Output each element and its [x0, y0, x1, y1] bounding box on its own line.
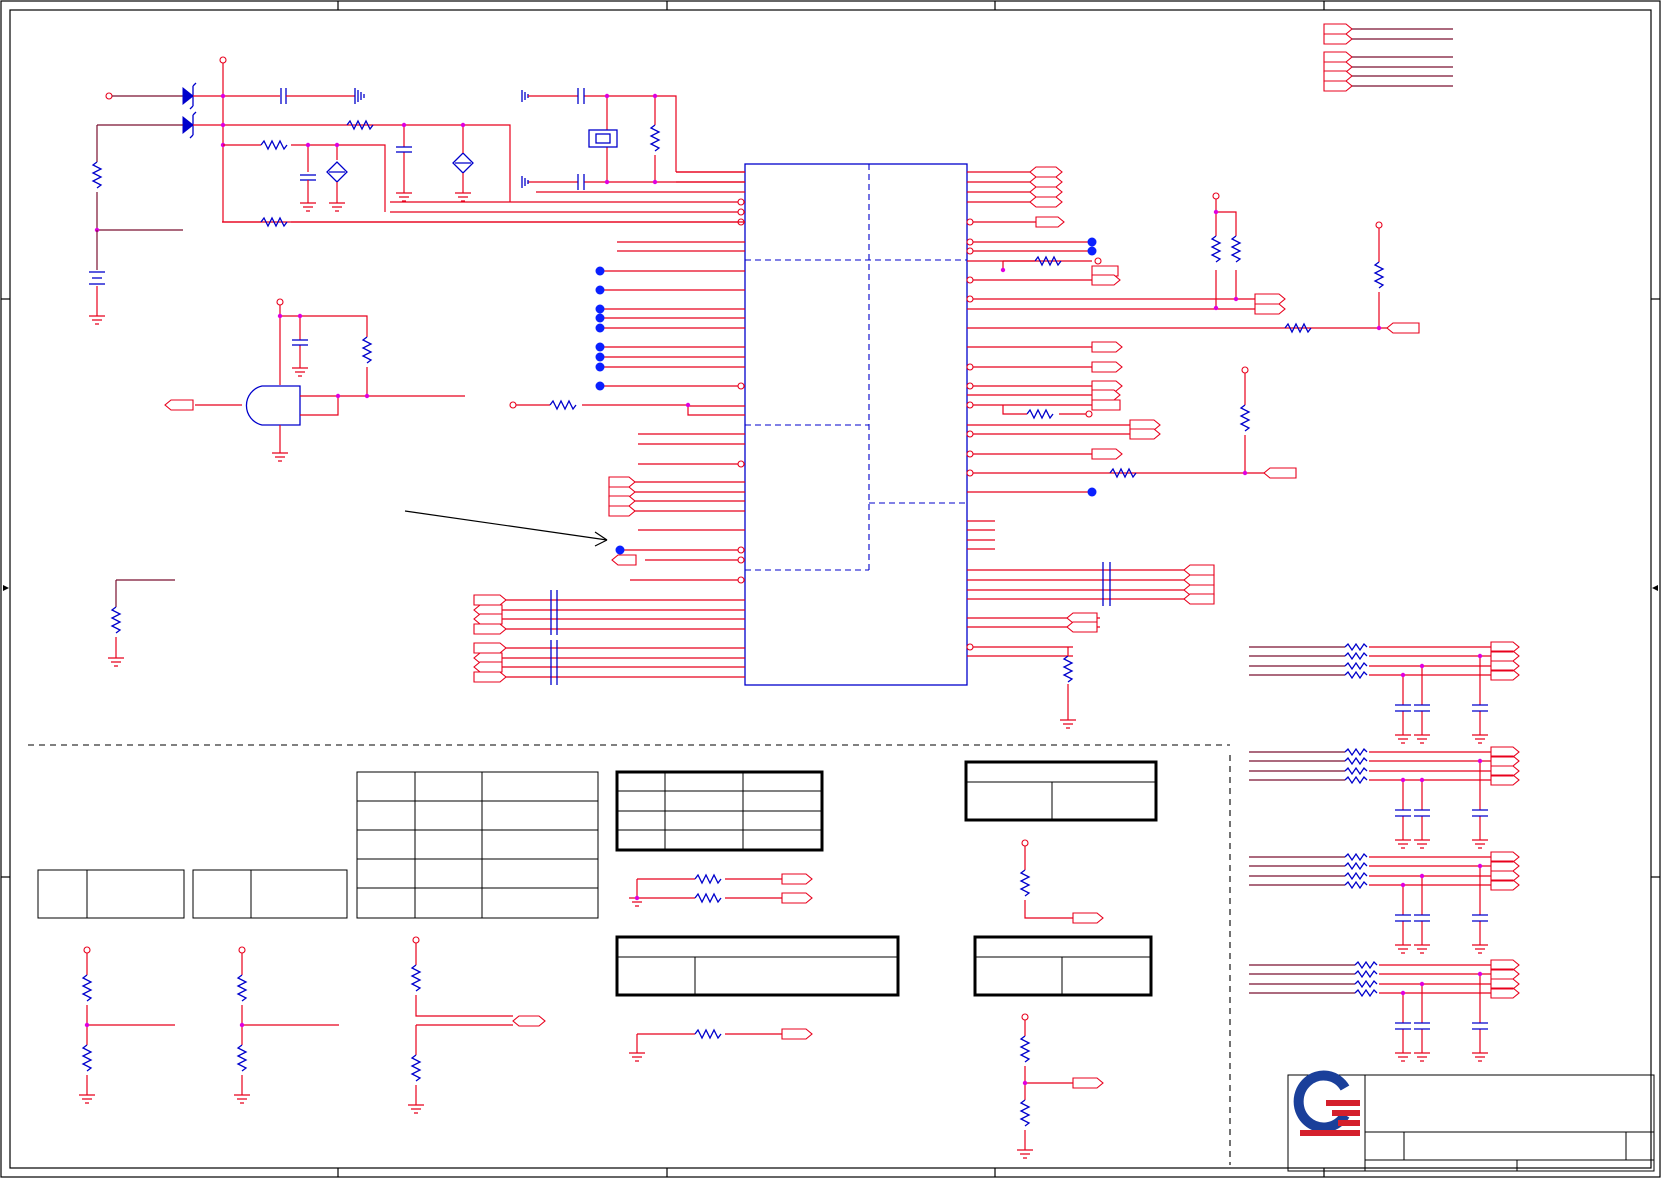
filter-network-1	[1249, 641, 1520, 744]
top-right-ports	[1323, 23, 1453, 92]
strap-resistors-d	[629, 873, 813, 907]
main-ic	[744, 163, 968, 686]
filter-network-3	[1249, 851, 1520, 954]
strap-resistor-e	[1019, 839, 1104, 924]
crystal-section	[521, 88, 745, 190]
left-pulldown	[108, 579, 175, 667]
strap-divider-c	[408, 936, 546, 1114]
sheet-border	[0, 0, 1661, 1178]
strap-table-f	[615, 935, 900, 997]
and-gate-section	[164, 298, 465, 462]
ac-coupling-caps-right	[1066, 562, 1215, 633]
strap-table-e	[964, 760, 1158, 822]
company-logo	[1293, 1070, 1360, 1136]
pullup-network-a	[1210, 192, 1385, 476]
filter-network-4	[1249, 959, 1520, 1062]
power-input-section	[89, 56, 745, 325]
strap-table-b	[192, 869, 348, 919]
ic-right-pins	[966, 171, 1393, 657]
strap-divider-a	[79, 946, 175, 1104]
strap-table-a	[37, 869, 185, 919]
strap-divider-g	[1017, 1013, 1104, 1159]
title-block	[1287, 1070, 1655, 1172]
strap-divider-b	[234, 946, 339, 1104]
ic-right-ports	[1029, 166, 1420, 479]
ac-coupling-caps-left	[473, 590, 558, 685]
strap-resistor-f	[629, 1028, 813, 1062]
strap-table-d	[615, 770, 824, 852]
annotation-arrow	[404, 510, 608, 547]
strap-table-g	[973, 935, 1153, 997]
filter-network-2	[1249, 746, 1520, 849]
strap-table-c	[356, 771, 599, 919]
ic-left-ports	[509, 399, 745, 566]
schematic-sheet	[0, 0, 1661, 1178]
